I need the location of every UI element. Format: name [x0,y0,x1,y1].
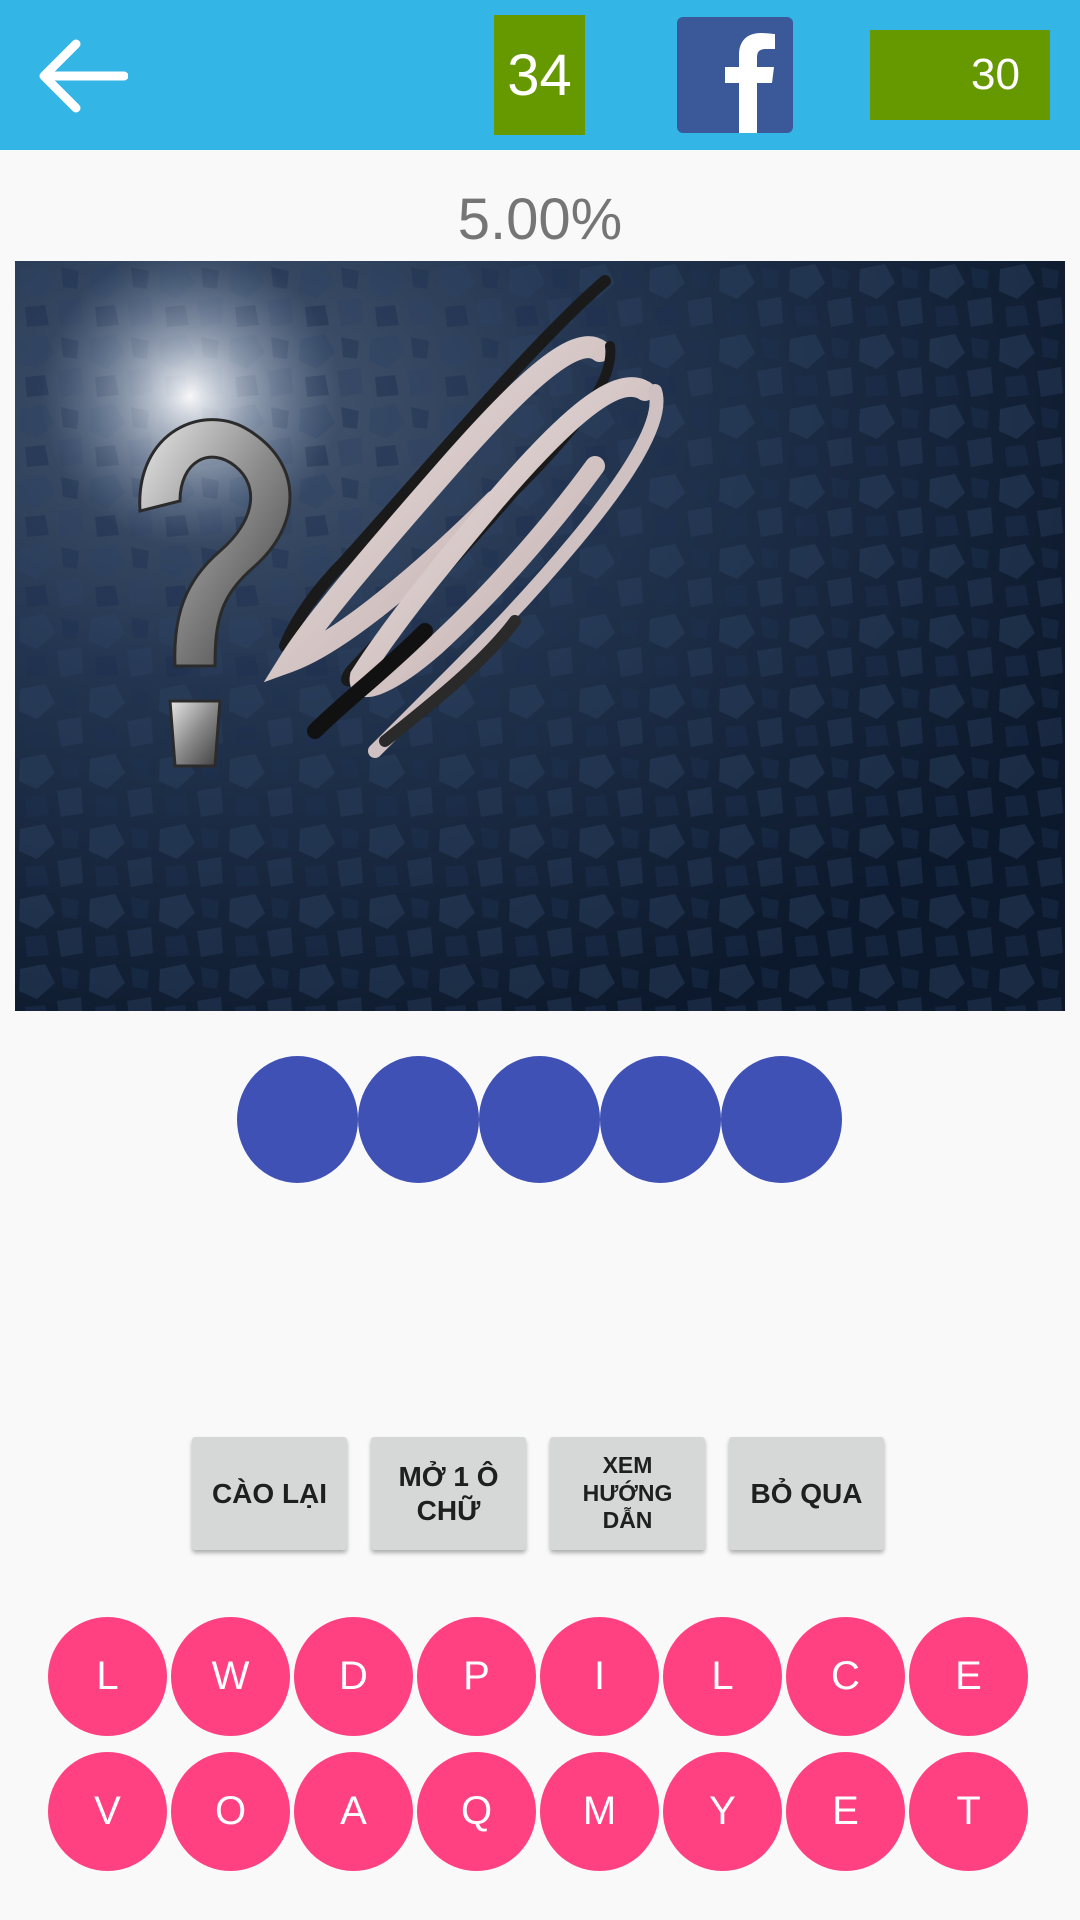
letter-key[interactable]: E [786,1752,905,1871]
letter-key[interactable]: Y [663,1752,782,1871]
letter-key[interactable]: L [48,1617,167,1736]
skip-button[interactable]: BỎ QUA [729,1437,884,1550]
reveal-percent: 5.00% [457,187,623,252]
coin-counter: 30 [870,30,1050,120]
puzzle-image[interactable] [15,261,1065,1011]
answer-slots [237,1056,842,1183]
arrow-left-icon [39,39,129,113]
letter-key[interactable]: M [540,1752,659,1871]
letter-row-2: V O A Q M Y E T [48,1752,1032,1871]
letter-key[interactable]: C [786,1617,905,1736]
letter-key[interactable]: T [909,1752,1028,1871]
level-badge: 34 [494,15,585,135]
action-buttons: CÀO LẠI MỞ 1 Ô CHỮ XEM HƯỚNG DẪN BỎ QUA [192,1437,884,1550]
letter-key[interactable]: I [540,1617,659,1736]
letter-key[interactable]: D [294,1617,413,1736]
top-bar: 34 30 [0,0,1080,150]
letter-key[interactable]: P [417,1617,536,1736]
rescratch-button[interactable]: CÀO LẠI [192,1437,347,1550]
scratch-canvas [15,261,1065,1011]
letter-key[interactable]: Q [417,1752,536,1871]
view-guide-button[interactable]: XEM HƯỚNG DẪN [550,1437,705,1550]
letter-key[interactable]: E [909,1617,1028,1736]
letter-key[interactable]: W [171,1617,290,1736]
back-button[interactable] [36,38,129,114]
letter-key[interactable]: L [663,1617,782,1736]
letter-row-1: L W D P I L C E [48,1617,1032,1736]
answer-slot[interactable] [721,1056,842,1183]
answer-slot[interactable] [237,1056,358,1183]
letter-key[interactable]: V [48,1752,167,1871]
letter-key[interactable]: A [294,1752,413,1871]
answer-slot[interactable] [358,1056,479,1183]
facebook-icon [725,33,775,133]
answer-slot[interactable] [479,1056,600,1183]
letter-key[interactable]: O [171,1752,290,1871]
answer-slot[interactable] [600,1056,721,1183]
facebook-share-button[interactable] [677,17,793,133]
reveal-letter-button[interactable]: MỞ 1 Ô CHỮ [371,1437,526,1550]
